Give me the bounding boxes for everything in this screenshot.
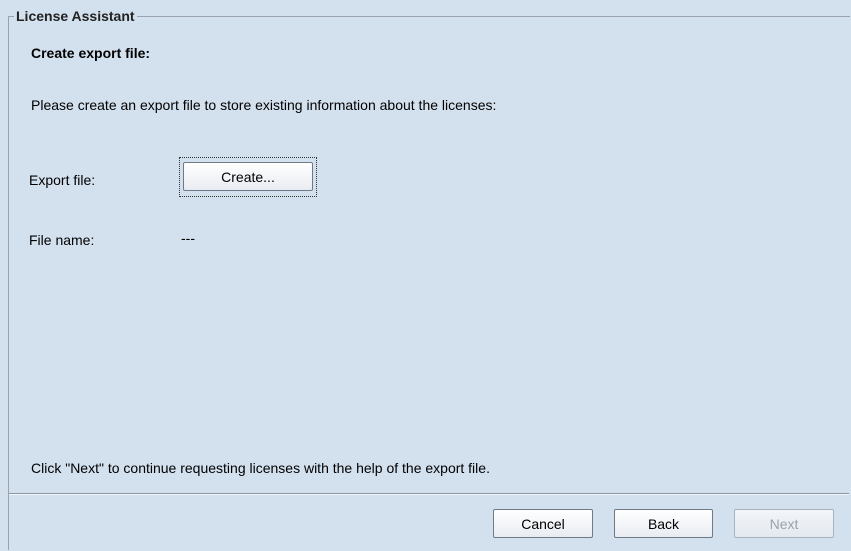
create-button[interactable]: Create... — [183, 162, 313, 191]
file-name-label: File name: — [29, 232, 95, 248]
cancel-button[interactable]: Cancel — [493, 509, 593, 538]
intro-text: Please create an export file to store ex… — [31, 97, 497, 113]
file-name-value: --- — [181, 230, 195, 246]
back-button[interactable]: Back — [614, 509, 713, 538]
section-heading: Create export file: — [31, 45, 151, 61]
panel-title: License Assistant — [14, 7, 137, 25]
export-file-label: Export file: — [29, 172, 96, 188]
button-bar-separator-highlight — [9, 494, 849, 495]
next-button[interactable]: Next — [734, 509, 834, 538]
footer-instruction: Click "Next" to continue requesting lice… — [31, 460, 490, 476]
